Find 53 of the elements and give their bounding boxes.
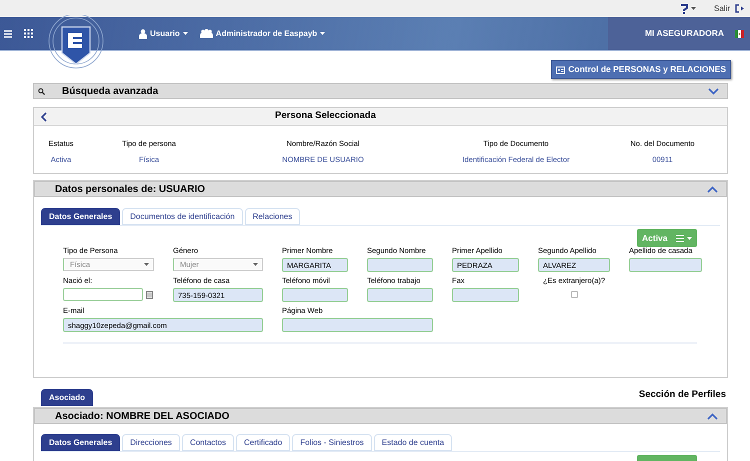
list-icon: [676, 234, 684, 242]
logout-icon[interactable]: [735, 4, 744, 13]
chevron-up-icon[interactable]: [707, 412, 718, 420]
input-field[interactable]: [629, 258, 702, 272]
flag-icon: [735, 30, 744, 38]
caret-icon: [690, 7, 696, 10]
company-name: MI ASEGURADORA: [644, 27, 724, 40]
caret-icon: [320, 32, 326, 35]
chevron-down-icon[interactable]: [708, 88, 719, 94]
users-icon: [200, 29, 213, 38]
chevron-up-icon[interactable]: [707, 186, 718, 192]
tab[interactable]: Asociado: [41, 389, 94, 406]
tab[interactable]: Direcciones: [122, 434, 180, 452]
menu-icon[interactable]: [4, 30, 12, 38]
caret-icon: [144, 263, 149, 266]
tab[interactable]: Folios - Siniestros: [292, 434, 372, 452]
tab[interactable]: Relaciones: [244, 208, 300, 225]
control-button[interactable]: Control de PERSONAS y RELACIONES: [551, 60, 731, 79]
panel-title: Datos personales de: USUARIO: [55, 182, 206, 196]
id-card-icon: [556, 66, 566, 74]
input-field[interactable]: [367, 258, 433, 272]
caret-icon: [253, 263, 258, 266]
help-icon[interactable]: [680, 4, 688, 14]
back-chevron-icon[interactable]: [41, 112, 47, 122]
panel-header[interactable]: Asociado: NOMBRE DEL ASOCIADO: [34, 408, 727, 424]
panel-header[interactable]: Datos personales de: USUARIO: [34, 181, 727, 197]
input-field[interactable]: [452, 288, 519, 302]
apps-grid-icon[interactable]: [24, 29, 33, 38]
section-title: Sección de Perfiles: [638, 388, 726, 402]
caret-icon: [182, 32, 188, 35]
tab[interactable]: Datos Generales: [41, 208, 120, 225]
card-title: Persona Seleccionada: [275, 109, 376, 124]
input-field[interactable]: [282, 318, 433, 332]
calendar-icon[interactable]: [146, 290, 153, 298]
menu-link[interactable]: Administrador de Easpayb: [216, 28, 318, 40]
input-field[interactable]: [367, 288, 433, 302]
tab[interactable]: Estado de cuenta: [374, 434, 452, 452]
tab[interactable]: Documentos de identificación: [122, 208, 243, 225]
tab[interactable]: Contactos: [182, 434, 234, 452]
menu-link[interactable]: Usuario: [150, 28, 180, 40]
input-field[interactable]: [282, 288, 348, 302]
logout-link[interactable]: Salir: [714, 2, 730, 14]
search-icon: [38, 88, 45, 94]
user-icon: [139, 28, 147, 38]
checkbox[interactable]: [570, 291, 578, 298]
caret-icon: [687, 236, 692, 240]
panel-header[interactable]: Búsqueda avanzada: [33, 83, 728, 99]
tab[interactable]: Datos Generales: [41, 434, 120, 452]
status-button-edge: [637, 455, 697, 461]
tab[interactable]: Certificado: [236, 434, 290, 452]
date-field[interactable]: [63, 288, 143, 301]
panel-title: Búsqueda avanzada: [62, 84, 160, 98]
panel-title: Asociado: NOMBRE DEL ASOCIADO: [55, 410, 230, 424]
